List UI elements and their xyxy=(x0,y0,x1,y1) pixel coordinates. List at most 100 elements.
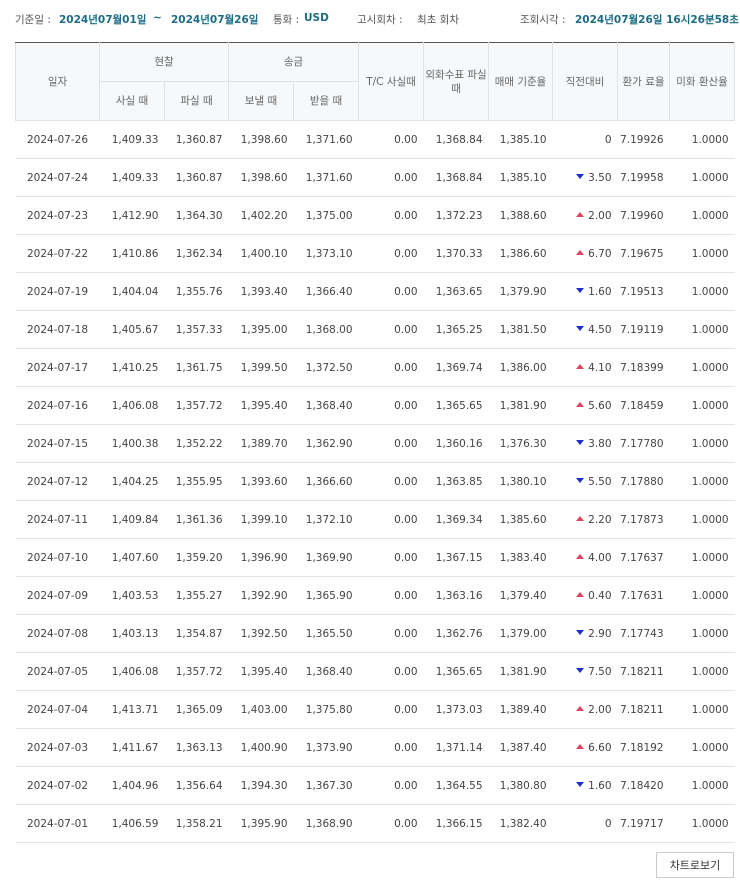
cell-cash-buy: 1,412.90 xyxy=(99,196,165,235)
cell-check: 1,365.65 xyxy=(423,652,489,691)
cell-change: 2.20 xyxy=(552,500,618,539)
cell-remit-receive: 1,371.60 xyxy=(293,158,359,197)
cell-conv: 7.18459 xyxy=(617,386,670,425)
notice-round-value: 최초 회차 xyxy=(417,14,459,26)
change-value: 1.60 xyxy=(588,779,612,792)
arrow-down-icon xyxy=(576,440,585,445)
header-usd-rate: 미화 환산율 xyxy=(669,42,736,121)
change-value: 0 xyxy=(604,817,612,830)
cell-check: 1,368.84 xyxy=(423,158,489,197)
cell-usd: 1.0000 xyxy=(669,690,735,729)
cell-check: 1,363.85 xyxy=(423,462,489,501)
cell-usd: 1.0000 xyxy=(669,614,735,653)
cell-change: 2.00 xyxy=(552,690,618,729)
cell-usd: 1.0000 xyxy=(669,158,735,197)
cell-conv: 7.19513 xyxy=(617,272,670,311)
cell-remit-send: 1,398.60 xyxy=(228,158,294,197)
cell-base: 1,385.10 xyxy=(488,158,553,197)
cell-remit-send: 1,400.90 xyxy=(228,728,294,767)
cell-remit-receive: 1,368.00 xyxy=(293,310,359,349)
cell-base: 1,380.10 xyxy=(488,462,553,501)
cell-change: 3.50 xyxy=(552,158,618,197)
arrow-up-icon xyxy=(576,592,585,597)
currency-label: 통화 : xyxy=(273,14,300,26)
cell-conv: 7.18420 xyxy=(617,766,670,805)
cell-remit-send: 1,400.10 xyxy=(228,234,294,273)
cell-date: 2024-07-26 xyxy=(15,120,100,159)
cell-remit-send: 1,399.50 xyxy=(228,348,294,387)
cell-remit-receive: 1,368.40 xyxy=(293,652,359,691)
cell-conv: 7.17780 xyxy=(617,424,670,463)
arrow-up-icon xyxy=(576,706,585,711)
cell-date: 2024-07-18 xyxy=(15,310,100,349)
cell-cash-buy: 1,411.67 xyxy=(99,728,165,767)
cell-cash-sell: 1,359.20 xyxy=(164,538,229,577)
header-remittance: 송금 xyxy=(228,42,360,82)
cell-cash-buy: 1,403.13 xyxy=(99,614,165,653)
cell-base: 1,381.90 xyxy=(488,386,553,425)
cell-conv: 7.19960 xyxy=(617,196,670,235)
cell-cash-sell: 1,352.22 xyxy=(164,424,229,463)
cell-remit-receive: 1,369.90 xyxy=(293,538,359,577)
cell-cash-buy: 1,410.86 xyxy=(99,234,165,273)
table-row: 2024-07-23 1,412.90 1,364.30 1,402.20 1,375.… xyxy=(15,196,735,235)
cell-remit-send: 1,393.60 xyxy=(228,462,294,501)
cell-remit-receive: 1,367.30 xyxy=(293,766,359,805)
arrow-down-icon xyxy=(576,630,585,635)
arrow-down-icon xyxy=(576,288,585,293)
search-summary-bar: 기준일 : 2024년07월01일 ~ 2024년07월26일 통화 : USD… xyxy=(0,0,740,36)
table-row: 2024-07-18 1,405.67 1,357.33 1,395.00 1,368.… xyxy=(15,310,735,349)
cell-base: 1,389.40 xyxy=(488,690,553,729)
cell-cash-buy: 1,406.59 xyxy=(99,804,165,843)
cell-remit-send: 1,394.30 xyxy=(228,766,294,805)
cell-change: 2.90 xyxy=(552,614,618,653)
table-row: 2024-07-10 1,407.60 1,359.20 1,396.90 1,369.… xyxy=(15,538,735,577)
cell-change: 0 xyxy=(552,120,618,159)
cell-remit-receive: 1,371.60 xyxy=(293,120,359,159)
cell-remit-receive: 1,375.00 xyxy=(293,196,359,235)
cell-check: 1,365.65 xyxy=(423,386,489,425)
cell-remit-receive: 1,366.40 xyxy=(293,272,359,311)
header-cash-buy: 사실 때 xyxy=(99,81,165,121)
cell-usd: 1.0000 xyxy=(669,538,735,577)
arrow-up-icon xyxy=(576,364,585,369)
cell-tc: 0.00 xyxy=(358,234,424,273)
cell-cash-buy: 1,406.08 xyxy=(99,386,165,425)
header-remit-receive: 받을 때 xyxy=(293,81,360,121)
cell-tc: 0.00 xyxy=(358,196,424,235)
cell-remit-send: 1,403.00 xyxy=(228,690,294,729)
cell-cash-sell: 1,360.87 xyxy=(164,158,229,197)
table-row: 2024-07-05 1,406.08 1,357.72 1,395.40 1,368.… xyxy=(15,652,735,691)
cell-remit-receive: 1,362.90 xyxy=(293,424,359,463)
view-chart-button[interactable]: 차트로보기 xyxy=(656,852,734,878)
table-row: 2024-07-01 1,406.59 1,358.21 1,395.90 1,368.… xyxy=(15,804,735,843)
base-date-label: 기준일 : xyxy=(15,14,51,26)
cell-date: 2024-07-03 xyxy=(15,728,100,767)
cell-conv: 7.17637 xyxy=(617,538,670,577)
cell-date: 2024-07-24 xyxy=(15,158,100,197)
arrow-up-icon xyxy=(576,554,585,559)
cell-cash-buy: 1,404.04 xyxy=(99,272,165,311)
cell-date: 2024-07-02 xyxy=(15,766,100,805)
table-row: 2024-07-02 1,404.96 1,356.64 1,394.30 1,367.… xyxy=(15,766,735,805)
cell-tc: 0.00 xyxy=(358,690,424,729)
cell-remit-receive: 1,373.90 xyxy=(293,728,359,767)
cell-tc: 0.00 xyxy=(358,272,424,311)
table-body: 2024-07-26 1,409.33 1,360.87 1,398.60 1,371.… xyxy=(15,120,735,843)
arrow-down-icon xyxy=(576,478,585,483)
cell-remit-receive: 1,372.50 xyxy=(293,348,359,387)
cell-base: 1,381.90 xyxy=(488,652,553,691)
cell-change: 6.70 xyxy=(552,234,618,273)
cell-date: 2024-07-01 xyxy=(15,804,100,843)
cell-usd: 1.0000 xyxy=(669,348,735,387)
cell-remit-send: 1,389.70 xyxy=(228,424,294,463)
cell-usd: 1.0000 xyxy=(669,120,735,159)
cell-base: 1,388.60 xyxy=(488,196,553,235)
cell-remit-receive: 1,365.90 xyxy=(293,576,359,615)
cell-usd: 1.0000 xyxy=(669,500,735,539)
cell-cash-buy: 1,404.96 xyxy=(99,766,165,805)
cell-remit-send: 1,393.40 xyxy=(228,272,294,311)
cell-date: 2024-07-22 xyxy=(15,234,100,273)
cell-cash-buy: 1,409.84 xyxy=(99,500,165,539)
cell-usd: 1.0000 xyxy=(669,462,735,501)
